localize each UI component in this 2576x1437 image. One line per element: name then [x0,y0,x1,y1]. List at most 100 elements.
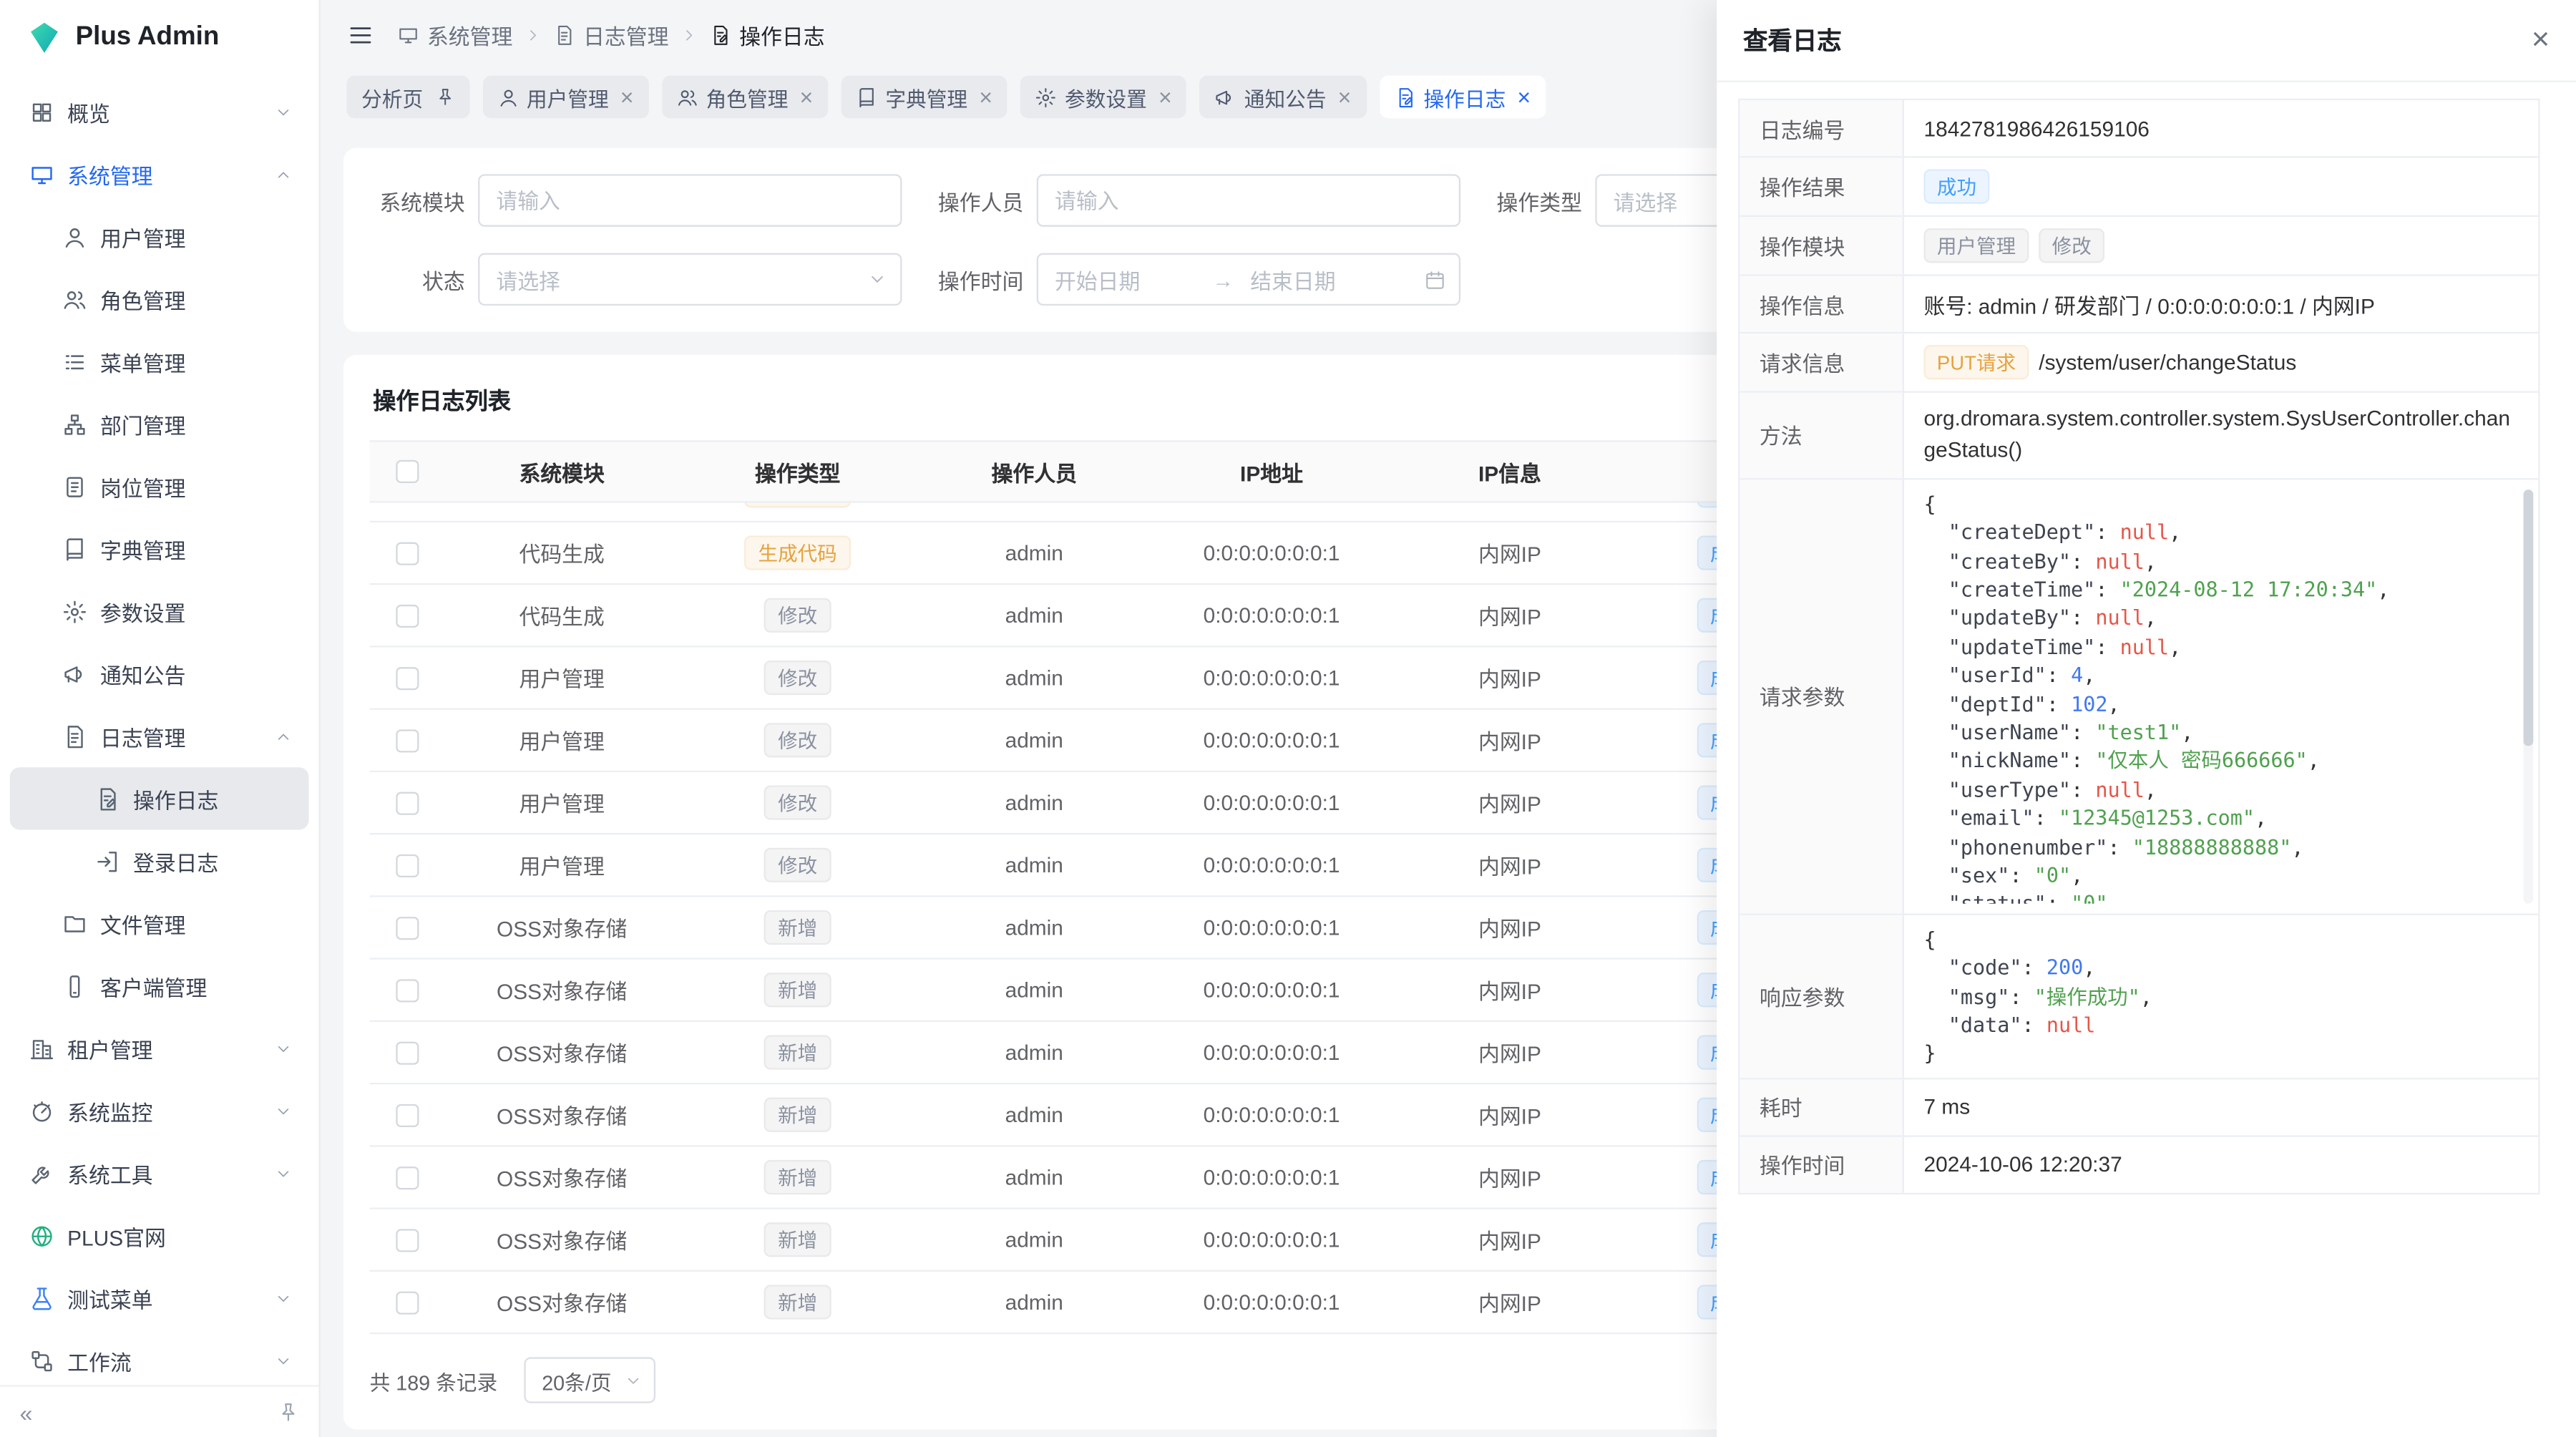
sidebar-item-label: 客户端管理 [100,970,293,1002]
row-checkbox[interactable] [396,1104,419,1126]
result-tag: 成功 [1924,169,1990,203]
breadcrumb-item-system-management[interactable]: 系统管理 [398,19,513,50]
cell-operator: admin [917,1084,1151,1145]
scrollbar-thumb[interactable] [2524,489,2534,746]
sidebar-item-log-management[interactable]: 日志管理 [10,705,309,767]
close-icon[interactable]: × [2532,24,2550,56]
row-checkbox[interactable] [396,542,419,565]
sidebar-item-label: 测试菜单 [67,1282,261,1314]
sidebar-item-user-management[interactable]: 用户管理 [10,205,309,268]
operator-input[interactable] [1037,174,1460,226]
sidebar-item-operation-log[interactable]: 操作日志 [10,767,309,829]
user-icon [497,87,519,108]
sidebar-item-plus-website[interactable]: PLUS官网 [10,1204,309,1267]
sidebar-item-workflow[interactable]: 工作流 [10,1329,309,1385]
log-file-icon [554,24,575,45]
megaphone-icon [1214,87,1236,108]
sidebar-item-post-management[interactable]: 岗位管理 [10,455,309,517]
status-label: 状态 [370,263,465,295]
sidebar-item-system-monitor[interactable]: 系统监控 [10,1079,309,1141]
row-checkbox[interactable] [396,1041,419,1063]
sidebar-item-system-tools[interactable]: 系统工具 [10,1142,309,1204]
operation-log-icon [710,24,731,45]
cell-system-module: 用户管理 [445,834,678,895]
detail-row-response-params: 响应参数 { "code": 200, "msg": "操作成功", "data… [1740,915,2538,1079]
cell-ip-info: 内网IP [1392,648,1629,708]
cell-system-module: OSS对象存储 [445,960,678,1020]
sidebar-item-login-log[interactable]: 登录日志 [10,829,309,892]
tab-user-management[interactable]: 用户管理 × [482,76,648,119]
sidebar-item-menu-management[interactable]: 菜单管理 [10,330,309,392]
row-checkbox[interactable] [396,854,419,877]
close-icon[interactable]: × [800,85,814,108]
breadcrumb-label: 日志管理 [583,19,668,50]
sidebar-item-notice[interactable]: 通知公告 [10,643,309,705]
drawer-body: 日志编号 1842781986426159106 操作结果 成功 操作模块 用户… [1717,82,2576,1194]
breadcrumb-item-log-management[interactable]: 日志管理 [554,19,669,50]
close-icon[interactable]: × [979,85,992,108]
chevron-down-icon [274,1039,292,1057]
tab-dict-management[interactable]: 字典管理 × [841,76,1007,119]
sidebar-item-system-management[interactable]: 系统管理 [10,143,309,205]
tab-notice[interactable]: 通知公告 × [1200,76,1366,119]
detail-label: 方法 [1740,393,1904,478]
cell-ip-address: 0:0:0:0:0:0:0:1 [1151,522,1391,583]
operation-type-tag: 修改 [2039,228,2104,263]
row-checkbox[interactable] [396,1166,419,1189]
sidebar-item-overview[interactable]: 概览 [10,81,309,143]
close-icon[interactable]: × [1517,85,1531,108]
row-checkbox[interactable] [396,729,419,751]
cell-ip-info: 内网IP [1392,834,1629,895]
page-size-select[interactable]: 20条/页 [524,1357,656,1403]
sidebar-item-client-management[interactable]: 客户端管理 [10,955,309,1017]
cell-operator: admin [917,585,1151,646]
row-checkbox[interactable] [396,916,419,939]
sidebar-item-label: 系统监控 [67,1095,261,1126]
row-checkbox[interactable] [396,1228,419,1251]
sidebar-item-dept-management[interactable]: 部门管理 [10,393,309,455]
detail-label: 请求参数 [1740,479,1904,913]
sidebar-item-label: 日志管理 [100,721,261,752]
operation-log-icon [1394,87,1415,108]
gear-icon [1035,87,1057,108]
pin-icon[interactable] [278,1401,299,1423]
row-checkbox[interactable] [396,978,419,1001]
cell-ip-info: 内网IP [1392,772,1629,833]
cell-system-module: 代码生成 [445,503,678,521]
tab-label: 操作日志 [1423,82,1506,113]
select-all-checkbox[interactable] [396,460,419,483]
sidebar-item-param-settings[interactable]: 参数设置 [10,580,309,642]
operation-type-tag: 修改 [765,723,831,757]
detail-label: 操作结果 [1740,157,1904,215]
chevron-down-icon [625,1371,643,1389]
cell-system-module: 用户管理 [445,648,678,708]
tab-analysis[interactable]: 分析页 [346,76,469,119]
row-checkbox[interactable] [396,791,419,814]
sidebar-item-tenant-management[interactable]: 租户管理 [10,1017,309,1079]
close-icon[interactable]: × [620,85,634,108]
megaphone-icon [62,661,87,686]
row-checkbox[interactable] [396,604,419,627]
request-params-scroll[interactable]: { "createDept": null, "createBy": null, … [1904,479,2538,913]
sidebar-item-role-management[interactable]: 角色管理 [10,268,309,330]
tab-role-management[interactable]: 角色管理 × [662,76,828,119]
close-icon[interactable]: × [1338,85,1352,108]
time-label: 操作时间 [928,263,1023,295]
date-range-picker[interactable]: 开始日期 → 结束日期 [1037,253,1460,306]
hamburger-icon[interactable] [346,21,374,49]
app-logo[interactable]: Plus Admin [0,0,318,76]
pin-icon[interactable] [434,87,454,107]
sidebar-item-file-management[interactable]: 文件管理 [10,892,309,955]
close-icon[interactable]: × [1158,85,1172,108]
tab-operation-log[interactable]: 操作日志 × [1379,76,1545,119]
status-select[interactable]: 请选择 [478,253,902,306]
module-input[interactable] [478,174,902,226]
scrollbar-track[interactable] [2524,489,2534,903]
sidebar-item-test-menu[interactable]: 测试菜单 [10,1267,309,1329]
detail-label: 操作时间 [1740,1136,1904,1192]
sidebar-item-dict-management[interactable]: 字典管理 [10,517,309,580]
tab-param-settings[interactable]: 参数设置 × [1020,76,1186,119]
row-checkbox[interactable] [396,666,419,689]
sidebar-collapse-button[interactable]: « [20,1401,33,1423]
row-checkbox[interactable] [396,1290,419,1313]
